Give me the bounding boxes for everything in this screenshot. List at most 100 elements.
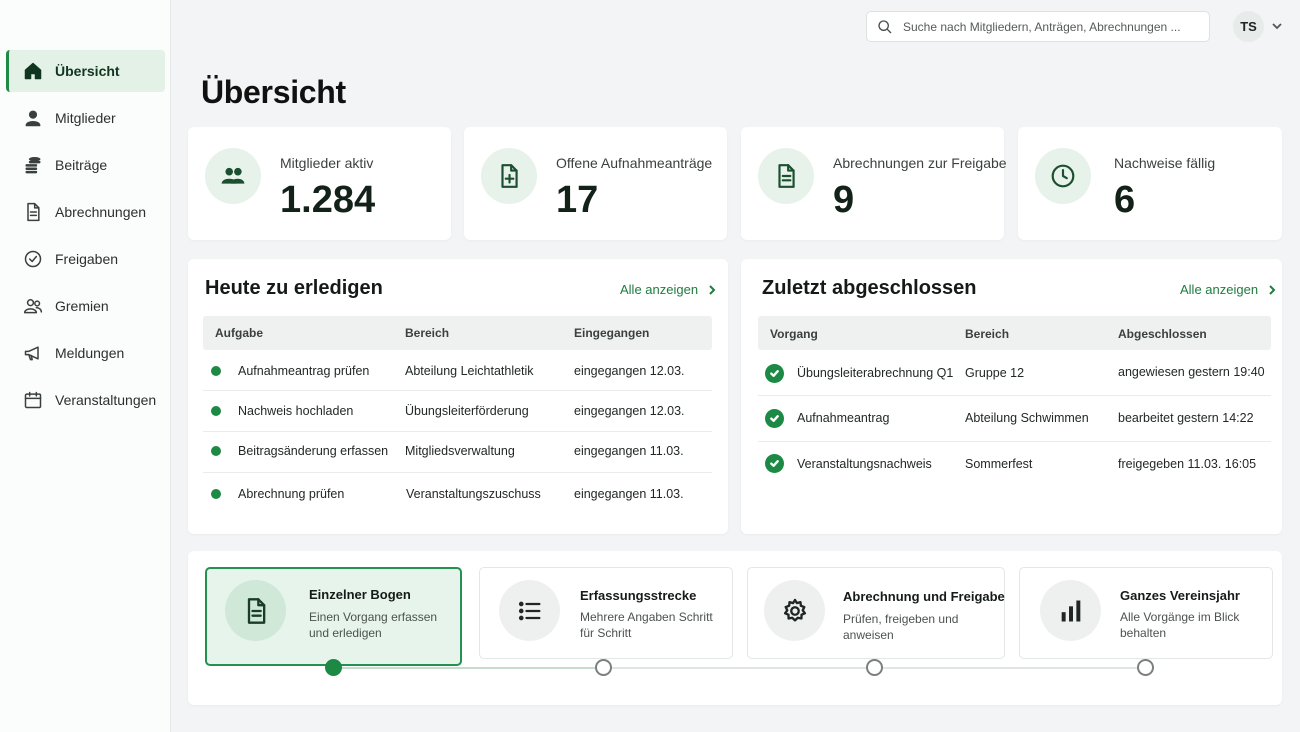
sidebar-item-mitglieder[interactable]: Mitglieder: [6, 97, 165, 139]
stat-card-billing[interactable]: Abrechnungen zur Freigabe 9: [741, 127, 1007, 240]
process-cell: Übungsleiterabrechnung Q1: [797, 366, 954, 380]
clock-icon: [1035, 148, 1091, 204]
stat-card-members[interactable]: Mitglieder aktiv 1.284: [188, 127, 451, 240]
mode-step-knob-1[interactable]: [325, 659, 342, 676]
document-icon: [225, 580, 286, 641]
people-icon: [205, 148, 261, 204]
stat-label: Nachweise fällig: [1114, 155, 1216, 171]
sidebar-item-veranstaltungen[interactable]: Veranstaltungen: [6, 379, 165, 421]
completed-cell: freigegeben 11.03. 16:05: [1118, 457, 1257, 471]
stat-card-applications[interactable]: Offene Aufnahmeanträge 17: [464, 127, 727, 240]
mode-card-single[interactable]: Einzelner Bogen Einen Vorgang erfassen u…: [205, 567, 462, 666]
stat-value: 9: [833, 179, 855, 221]
calendar-icon: [23, 390, 43, 410]
todo-show-all-link[interactable]: Alle anzeigen: [620, 282, 718, 297]
search-icon: [878, 19, 892, 33]
status-dot: [211, 489, 221, 499]
task-cell: Nachweis hochladen: [238, 404, 354, 418]
chevron-down-icon[interactable]: [1271, 19, 1283, 31]
area-cell: Abteilung Schwimmen: [965, 411, 1089, 425]
column-header: Bereich: [965, 327, 1010, 341]
completed-show-all-link[interactable]: Alle anzeigen: [1180, 282, 1278, 297]
file-plus-icon: [481, 148, 537, 204]
stat-value: 6: [1114, 179, 1136, 221]
sidebar-item-beitraege[interactable]: Beiträge: [6, 144, 165, 186]
area-cell: Mitgliedsverwaltung: [405, 444, 515, 458]
stat-label: Abrechnungen zur Freigabe: [833, 155, 1007, 171]
stat-label: Mitglieder aktiv: [280, 155, 374, 171]
table-row[interactable]: Veranstaltungsnachweis Sommerfest freige…: [758, 442, 1271, 488]
area-cell: Gruppe 12: [965, 366, 1025, 380]
table-row[interactable]: Aufnahmeantrag Abteilung Schwimmen bearb…: [758, 396, 1271, 442]
process-cell: Aufnahmeantrag: [797, 411, 890, 425]
mode-title: Ganzes Vereinsjahr: [1120, 588, 1240, 603]
area-cell: Veranstaltungszuschuss: [406, 487, 541, 501]
bar-chart-icon: [1040, 580, 1101, 641]
table-row[interactable]: Übungsleiterabrechnung Q1 Gruppe 12 ange…: [758, 350, 1271, 396]
table-row[interactable]: Aufnahmeantrag prüfen Abteilung Leichtat…: [203, 350, 712, 391]
mode-card-wizard[interactable]: Erfassungsstrecke Mehrere Angaben Schrit…: [479, 567, 733, 659]
stat-value: 1.284: [280, 179, 376, 221]
sidebar-item-uebersicht[interactable]: Übersicht: [6, 50, 165, 92]
area-cell: Abteilung Leichtathletik: [405, 364, 534, 378]
sidebar-item-label: Abrechnungen: [55, 204, 147, 220]
mode-step-knob-2[interactable]: [595, 659, 612, 676]
check-icon: [765, 454, 784, 473]
task-cell: Beitragsänderung erfassen: [238, 444, 389, 458]
todo-panel: Heute zu erledigen Alle anzeigen Aufgabe…: [188, 259, 728, 534]
mode-card-year[interactable]: Ganzes Vereinsjahr Alle Vorgänge im Blic…: [1019, 567, 1273, 659]
completed-table-header: Vorgang Bereich Abgeschlossen: [758, 316, 1271, 350]
status-dot: [211, 366, 221, 376]
gear-icon: [764, 580, 825, 641]
completed-title: Zuletzt abgeschlossen: [762, 277, 977, 299]
table-row[interactable]: Beitragsänderung erfassen Mitgliedsverwa…: [203, 432, 712, 473]
column-header: Eingegangen: [574, 326, 650, 340]
chevron-right-icon: [709, 284, 716, 295]
column-header: Bereich: [405, 326, 450, 340]
home-icon: [23, 61, 43, 81]
search-input[interactable]: [903, 19, 1193, 34]
check-circle-icon: [23, 249, 43, 269]
user-avatar[interactable]: TS: [1233, 11, 1264, 42]
mode-step-knob-4[interactable]: [1137, 659, 1154, 676]
search-box: [866, 11, 1210, 42]
sidebar-item-gremien[interactable]: Gremien: [6, 285, 165, 327]
mode-description: Prüfen, freigeben und anweisen: [843, 612, 959, 642]
document-icon: [23, 202, 43, 222]
stat-label: Offene Aufnahmeanträge: [556, 155, 713, 171]
person-icon: [23, 108, 43, 128]
column-header: Abgeschlossen: [1118, 327, 1207, 341]
sidebar: Übersicht Mitglieder Beiträge Abrechnung…: [0, 0, 171, 732]
mode-selector-panel: Einzelner Bogen Einen Vorgang erfassen u…: [188, 551, 1282, 705]
mode-card-billing[interactable]: Abrechnung und Freigabe Prüfen, freigebe…: [747, 567, 1005, 659]
check-icon: [765, 409, 784, 428]
link-label: Alle anzeigen: [620, 282, 699, 297]
stat-card-proofs[interactable]: Nachweise fällig 6: [1018, 127, 1282, 240]
sidebar-item-label: Meldungen: [55, 345, 125, 361]
page-title: Übersicht: [201, 74, 346, 110]
list-icon: [499, 580, 560, 641]
received-cell: eingegangen 11.03.: [574, 444, 684, 458]
task-cell: Abrechnung prüfen: [238, 487, 345, 501]
table-row[interactable]: Nachweis hochladen Übungsleiterförderung…: [203, 391, 712, 432]
mode-step-knob-3[interactable]: [866, 659, 883, 676]
stat-value: 17: [556, 179, 599, 221]
status-dot: [211, 446, 221, 456]
mode-description: Alle Vorgänge im Blick behalten: [1120, 610, 1240, 640]
received-cell: eingegangen 12.03.: [574, 404, 685, 418]
task-cell: Aufnahmeantrag prüfen: [238, 364, 370, 378]
received-cell: eingegangen 11.03.: [574, 487, 684, 501]
sidebar-item-label: Übersicht: [55, 63, 120, 79]
sidebar-item-meldungen[interactable]: Meldungen: [6, 332, 165, 374]
coins-icon: [23, 155, 43, 175]
status-dot: [211, 406, 221, 416]
chevron-right-icon: [1269, 284, 1276, 295]
column-header: Aufgabe: [215, 326, 263, 340]
document-icon: [758, 148, 814, 204]
link-label: Alle anzeigen: [1180, 282, 1259, 297]
sidebar-item-freigaben[interactable]: Freigaben: [6, 238, 165, 280]
sidebar-item-abrechnungen[interactable]: Abrechnungen: [6, 191, 165, 233]
todo-title: Heute zu erledigen: [205, 277, 383, 299]
completed-cell: bearbeitet gestern 14:22: [1118, 411, 1254, 425]
table-row[interactable]: Abrechnung prüfen Veranstaltungszuschuss…: [203, 473, 712, 516]
